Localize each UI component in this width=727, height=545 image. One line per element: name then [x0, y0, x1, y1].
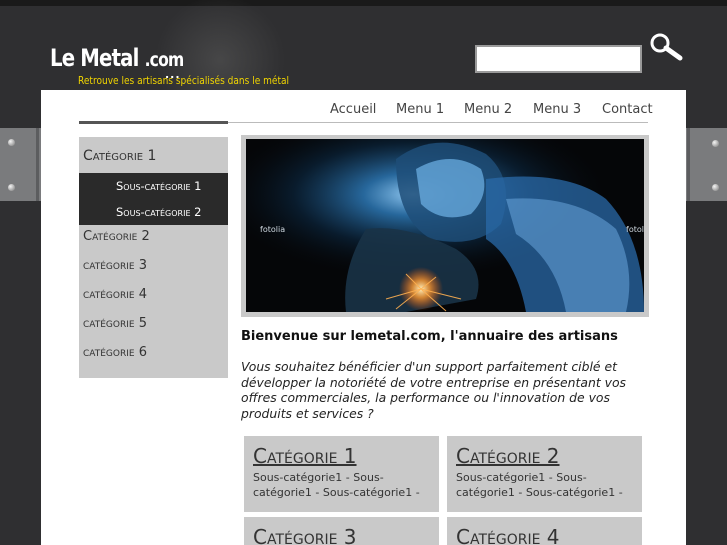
sidebar-subitem-1[interactable]: Sous-catégorie 1 [116, 179, 202, 193]
card-title-link[interactable]: Catégorie 4 [456, 525, 560, 545]
nav-item-accueil[interactable]: Accueil [330, 102, 376, 117]
sidebar-subitem-box: Sous-catégorie 2 [79, 199, 228, 225]
sidebar-item-categorie-3[interactable]: catégorie 3 [83, 258, 147, 273]
plate-seam [687, 128, 690, 201]
sidebar-item-categorie-5[interactable]: catégorie 5 [83, 316, 147, 331]
card-subcategories: Sous-catégorie1 - Sous-catégorie1 - Sous… [456, 471, 623, 499]
sidebar-subitem-box: Sous-catégorie 1 [79, 173, 228, 199]
card-title-link[interactable]: Catégorie 2 [456, 444, 560, 468]
category-card-3: Catégorie 3 [244, 517, 439, 545]
sidebar-subitem-2[interactable]: Sous-catégorie 2 [116, 205, 202, 219]
nav-divider-accent [79, 121, 228, 124]
watermark-left: fotolia [260, 225, 286, 234]
site-logo[interactable]: Le Metal .com ... [50, 44, 213, 81]
nav-item-contact[interactable]: Contact [602, 102, 653, 117]
bolt-icon [8, 139, 15, 146]
welcome-heading: Bienvenue sur lemetal.com, l'annuaire de… [241, 329, 618, 344]
top-strip [0, 0, 727, 6]
category-card-4: Catégorie 4 [447, 517, 642, 545]
sidebar-item-categorie-4[interactable]: catégorie 4 [83, 287, 147, 302]
category-card-2: Catégorie 2 Sous-catégorie1 - Sous-catég… [447, 436, 642, 512]
content-panel: Accueil Menu 1 Menu 2 Menu 3 Contact Cat… [41, 90, 686, 545]
sidebar-item-categorie-6[interactable]: catégorie 6 [83, 345, 147, 360]
card-title-link[interactable]: Catégorie 1 [253, 444, 357, 468]
site-tagline: Retrouve les artisans spécialisés dans l… [78, 74, 290, 87]
nav-item-menu-1[interactable]: Menu 1 [396, 102, 444, 117]
watermark-right: fotol [626, 225, 644, 234]
welder-banner-image: fotolia fotol [246, 139, 644, 312]
banner-frame: fotolia fotol [241, 135, 649, 317]
logo-text: Le Metal .com [50, 44, 184, 72]
plate-seam [36, 128, 39, 201]
search-input[interactable] [475, 45, 642, 73]
intro-paragraph: Vous souhaitez bénéficier d'un support p… [241, 359, 627, 421]
nav-item-menu-3[interactable]: Menu 3 [533, 102, 581, 117]
bolt-icon [712, 184, 719, 191]
category-sidebar: Catégorie 1 Sous-catégorie 1 Sous-catégo… [79, 137, 228, 378]
bolt-icon [712, 140, 719, 147]
nav-item-menu-2[interactable]: Menu 2 [464, 102, 512, 117]
card-title-link[interactable]: Catégorie 3 [253, 525, 357, 545]
main-nav: Accueil Menu 1 Menu 2 Menu 3 Contact [41, 90, 686, 124]
search-icon[interactable] [648, 32, 684, 62]
category-card-1: Catégorie 1 Sous-catégorie1 - Sous-catég… [244, 436, 439, 512]
sidebar-item-categorie-1[interactable]: Catégorie 1 [83, 148, 156, 164]
bolt-icon [8, 184, 15, 191]
sidebar-item-categorie-2[interactable]: Catégorie 2 [83, 229, 150, 244]
card-subcategories: Sous-catégorie1 - Sous-catégorie1 - Sous… [253, 471, 420, 499]
